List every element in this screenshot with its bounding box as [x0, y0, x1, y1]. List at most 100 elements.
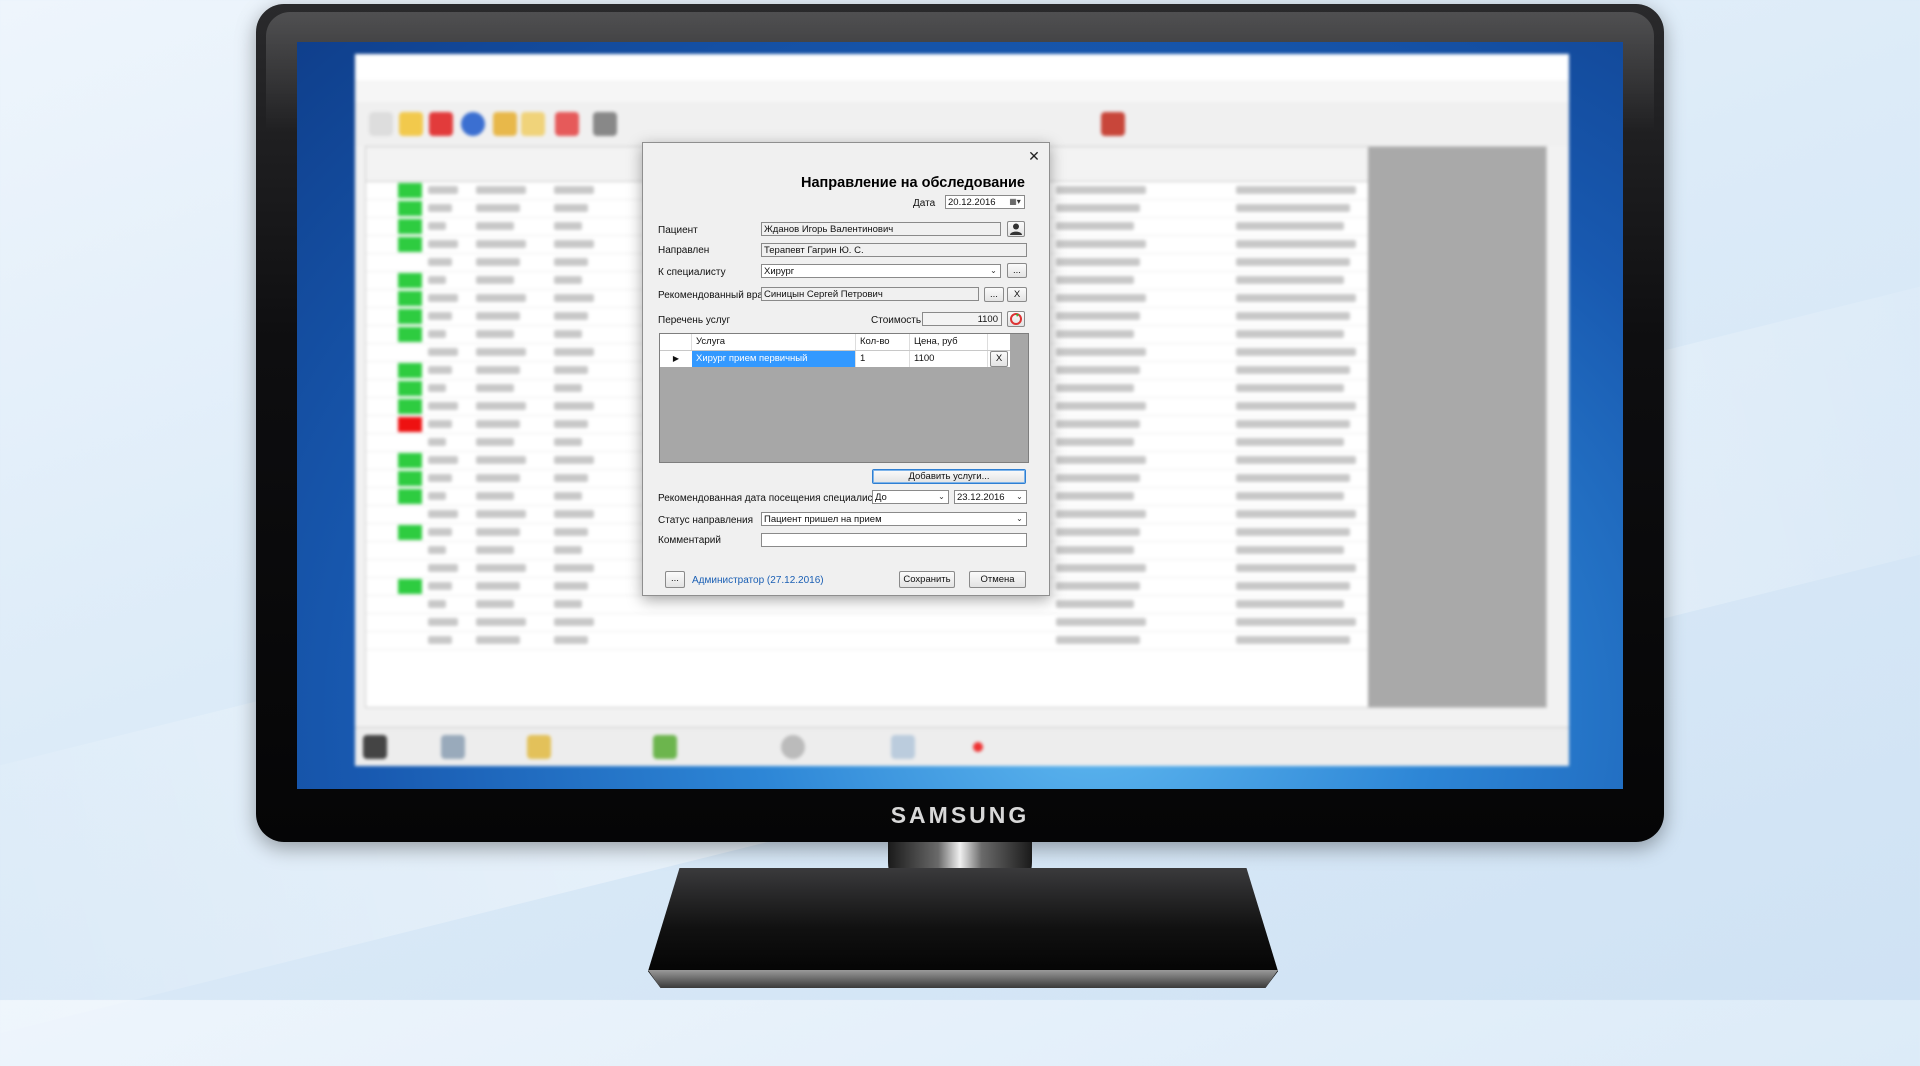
delete-icon	[429, 112, 453, 136]
grid-cell	[476, 600, 514, 608]
qty-cell[interactable]: 1	[856, 351, 910, 367]
chevron-down-icon[interactable]: ⌄	[1013, 491, 1026, 503]
column-header-price[interactable]: Цена, руб	[910, 334, 988, 350]
specialist-select[interactable]: Хирург ⌄	[761, 264, 1001, 278]
chevron-down-icon[interactable]: ⌄	[935, 491, 948, 503]
grid-cell	[554, 294, 594, 302]
recalculate-button[interactable]	[1007, 311, 1025, 327]
grid-cell	[476, 402, 526, 410]
recommended-doctor-field[interactable]: Синицын Сергей Петрович	[761, 287, 979, 301]
grid-cell	[1056, 546, 1134, 554]
grid-cell	[1056, 438, 1134, 446]
column-header-qty[interactable]: Кол-во	[856, 334, 910, 350]
save-button[interactable]: Сохранить	[899, 571, 955, 588]
dialog-title: Направление на обследование	[801, 175, 1025, 191]
comment-input[interactable]	[761, 533, 1027, 547]
grid-cell	[428, 240, 458, 248]
visit-date-mode-value: До	[875, 492, 887, 503]
patient-field[interactable]: Жданов Игорь Валентинович	[761, 222, 1001, 236]
grid-cell	[1236, 294, 1356, 302]
grid-cell	[1236, 240, 1356, 248]
grid-cell	[476, 348, 526, 356]
monitor-screen: ✕ Направление на обследование Дата 20.12…	[297, 42, 1623, 789]
grid-cell	[476, 528, 520, 536]
close-icon[interactable]: ✕	[1025, 147, 1043, 165]
grid-cell	[428, 384, 446, 392]
status-value: Пациент пришел на прием	[764, 514, 882, 525]
column-header-service[interactable]: Услуга	[692, 334, 856, 350]
grid-cell	[1056, 330, 1134, 338]
grid-cell	[1236, 456, 1356, 464]
grid-cell	[1056, 420, 1140, 428]
folder-icon	[493, 112, 517, 136]
grid-cell	[1236, 582, 1350, 590]
grid-cell	[1056, 240, 1146, 248]
grid-cell	[1236, 366, 1350, 374]
history-button[interactable]: ...	[665, 571, 685, 588]
grid-cell	[1236, 258, 1350, 266]
monitor-base-edge	[648, 970, 1278, 988]
visit-date-mode-select[interactable]: До ⌄	[872, 490, 949, 504]
chevron-down-icon[interactable]: ⌄	[1013, 513, 1026, 525]
grid-cell	[428, 546, 446, 554]
doctor-select-button[interactable]: ...	[984, 287, 1004, 302]
new-icon	[369, 112, 393, 136]
price-cell[interactable]: 1100	[910, 351, 988, 367]
grid-cell	[428, 420, 452, 428]
monitor-brand: SAMSUNG	[890, 802, 1030, 828]
cost-field: 1100	[922, 312, 1002, 326]
date-label: Дата	[913, 198, 936, 209]
row-status-flag	[398, 201, 422, 216]
service-cell[interactable]: Хирург прием первичный	[692, 351, 856, 367]
grid-cell	[1056, 636, 1140, 644]
grid-cell	[476, 564, 526, 572]
visit-date-picker[interactable]: 23.12.2016 ⌄	[954, 490, 1027, 504]
grid-cell	[428, 222, 446, 230]
referred-field[interactable]: Терапевт Гагрин Ю. С.	[761, 243, 1027, 257]
calendar-icon[interactable]: ▦▾	[1006, 196, 1024, 208]
grid-cell	[1056, 402, 1146, 410]
grid-cell	[428, 276, 446, 284]
grid-cell	[1056, 582, 1140, 590]
chart-icon	[653, 735, 677, 759]
background-app-menubar	[355, 80, 1569, 102]
background-app-titlebar	[355, 54, 1569, 80]
table-row[interactable]: ▶ Хирург прием первичный 1 1100 X	[660, 351, 1010, 367]
cancel-button[interactable]: Отмена	[969, 571, 1026, 588]
grid-cell	[554, 636, 588, 644]
grid-cell	[554, 564, 594, 572]
grid-cell	[554, 492, 582, 500]
grid-cell	[554, 348, 594, 356]
grid-cell	[1236, 384, 1344, 392]
grid-cell	[476, 312, 520, 320]
select-patient-button[interactable]	[1007, 221, 1025, 237]
grid-cell	[476, 186, 526, 194]
grid-cell	[554, 510, 594, 518]
row-status-flag	[398, 579, 422, 594]
grid-cell	[476, 258, 520, 266]
specialist-more-button[interactable]: ...	[1007, 263, 1027, 278]
add-services-button[interactable]: Добавить услуги...	[872, 469, 1026, 484]
recommended-doctor-label: Рекомендованный врач	[658, 290, 768, 301]
status-select[interactable]: Пациент пришел на прием ⌄	[761, 512, 1027, 526]
row-status-flag	[398, 363, 422, 378]
doctor-clear-button[interactable]: X	[1007, 287, 1027, 302]
date-picker[interactable]: 20.12.2016 ▦▾	[945, 195, 1025, 209]
grid-cell	[1236, 618, 1356, 626]
house-icon	[1101, 112, 1125, 136]
grid-cell	[1236, 186, 1356, 194]
grid-cell	[1236, 330, 1344, 338]
grid-cell	[476, 636, 520, 644]
grid-cell	[476, 546, 514, 554]
table-corner	[660, 334, 692, 350]
grid-cell	[476, 618, 526, 626]
grid-cell	[554, 456, 594, 464]
remove-row-button[interactable]: X	[990, 351, 1008, 367]
grid-cell	[428, 600, 446, 608]
author-link[interactable]: Администратор (27.12.2016)	[692, 575, 824, 586]
schedule-icon	[781, 735, 805, 759]
grid-cell	[1236, 636, 1350, 644]
chevron-down-icon[interactable]: ⌄	[987, 265, 1000, 277]
grid-cell	[476, 330, 514, 338]
row-status-flag	[398, 237, 422, 252]
